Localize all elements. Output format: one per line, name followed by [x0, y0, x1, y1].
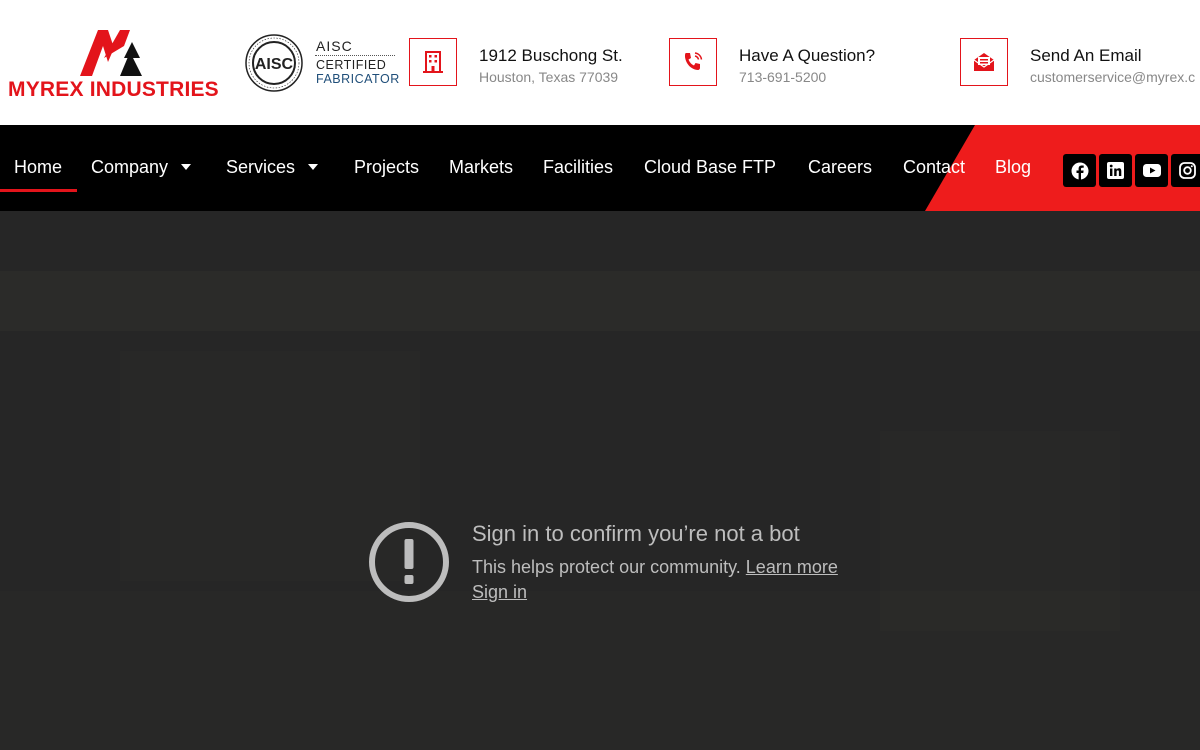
nav-item-services[interactable]: Services	[226, 157, 319, 178]
phone-title: Have A Question?	[739, 46, 876, 65]
aisc-divider	[315, 55, 395, 56]
video-embed-overlay: Sign in to confirm you’re not a bot This…	[0, 211, 1200, 750]
nav-item-contact[interactable]: Contact	[903, 157, 965, 178]
nav-item-careers[interactable]: Careers	[808, 157, 872, 178]
envelope-icon	[960, 38, 1008, 86]
bot-check-description: This helps protect our community. Learn …	[472, 557, 838, 578]
nav-item-markets[interactable]: Markets	[449, 157, 513, 178]
nav-item-projects[interactable]: Projects	[354, 157, 419, 178]
address-info: 1912 Buschong St. Houston, Texas 77039	[409, 38, 649, 88]
aisc-certified-label: CERTIFIED	[316, 58, 387, 72]
caret-down-icon	[181, 164, 192, 171]
sign-in-link[interactable]: Sign in	[472, 582, 527, 603]
main-navigation: Home Company Services Projects Markets F…	[0, 125, 1200, 211]
bot-check-notice: Sign in to confirm you’re not a bot This…	[368, 521, 848, 621]
email-address[interactable]: customerservice@myrex.c	[1030, 69, 1195, 85]
exclamation-circle-icon	[369, 522, 449, 602]
phone-info[interactable]: Have A Question? 713-691-5200	[669, 38, 929, 88]
instagram-icon[interactable]	[1171, 154, 1200, 187]
svg-text:AISC: AISC	[255, 56, 294, 73]
youtube-icon[interactable]	[1135, 154, 1168, 187]
myrex-logo-mark-icon	[80, 30, 142, 76]
aisc-seal-icon: AISC	[245, 34, 303, 92]
bot-check-description-text: This helps protect our community.	[472, 557, 741, 577]
linkedin-icon[interactable]	[1099, 154, 1132, 187]
building-icon	[409, 38, 457, 86]
caret-down-icon	[308, 164, 319, 171]
nav-item-blog[interactable]: Blog	[995, 157, 1031, 178]
phone-number[interactable]: 713-691-5200	[739, 69, 826, 85]
aisc-label: AISC	[316, 38, 353, 54]
learn-more-link[interactable]: Learn more	[746, 557, 838, 577]
nav-item-company[interactable]: Company	[91, 157, 192, 178]
nav-item-cloud-base-ftp[interactable]: Cloud Base FTP	[644, 157, 776, 178]
nav-item-home[interactable]: Home	[14, 157, 62, 178]
email-info[interactable]: Send An Email customerservice@myrex.c	[960, 38, 1200, 88]
brand-name: MYREX INDUSTRIES	[8, 78, 219, 101]
email-title: Send An Email	[1030, 46, 1142, 65]
aisc-fabricator-label: FABRICATOR	[316, 72, 400, 86]
address-subtitle: Houston, Texas 77039	[479, 69, 619, 85]
address-title: 1912 Buschong St.	[479, 46, 623, 65]
top-header: MYREX INDUSTRIES AISC AISC CERTIFIED FAB…	[0, 0, 1200, 125]
bot-check-title: Sign in to confirm you’re not a bot	[472, 521, 800, 546]
facebook-icon[interactable]	[1063, 154, 1096, 187]
nav-item-facilities[interactable]: Facilities	[543, 157, 613, 178]
phone-icon	[669, 38, 717, 86]
nav-active-indicator	[0, 189, 77, 192]
brand-logo[interactable]: MYREX INDUSTRIES	[8, 28, 223, 103]
aisc-certification-badge: AISC AISC CERTIFIED FABRICATOR	[245, 34, 405, 94]
background-texture	[0, 271, 1200, 331]
